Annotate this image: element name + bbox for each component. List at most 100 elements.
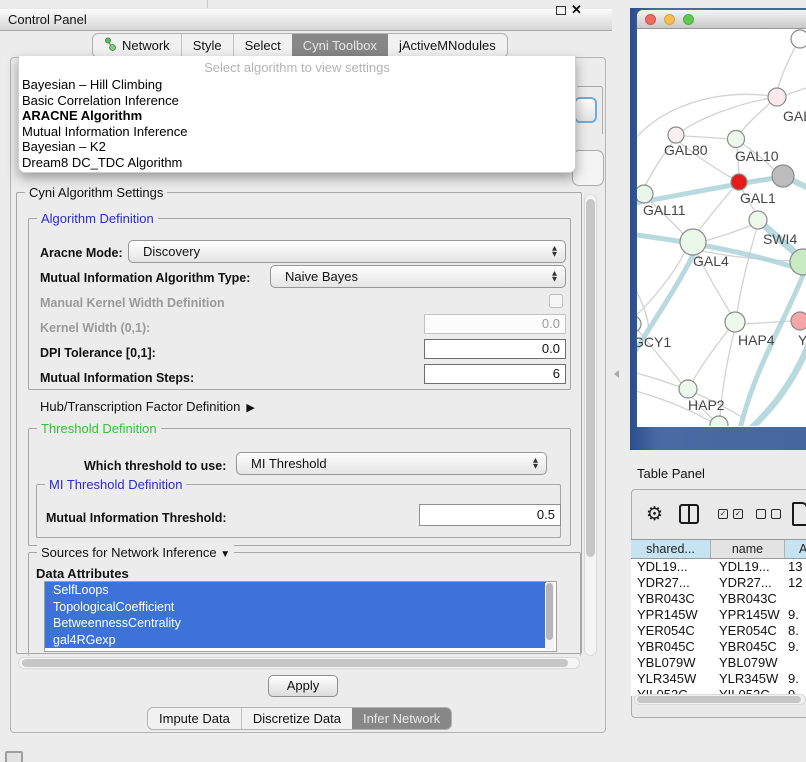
attribute-item[interactable]: TopologicalCoefficient xyxy=(45,599,546,616)
expanded-arrow-icon: ▼ xyxy=(220,549,230,560)
node-gal-partial[interactable] xyxy=(768,88,786,106)
label-gal11: GAL11 xyxy=(643,202,686,218)
column-header-shared[interactable]: shared... xyxy=(631,540,711,558)
dpi-tolerance-field[interactable]: 0.0 xyxy=(424,339,566,359)
node-gal4[interactable] xyxy=(680,229,706,255)
table-header: shared... name A xyxy=(631,539,806,559)
node-hap2[interactable] xyxy=(679,380,697,398)
list-scrollbar[interactable] xyxy=(545,583,554,650)
split-columns-icon[interactable] xyxy=(679,504,699,524)
which-threshold-select[interactable]: MI Threshold ▲▼ xyxy=(236,452,547,475)
window-minimize-button[interactable] xyxy=(664,14,675,25)
node-gal1-red[interactable] xyxy=(731,174,747,190)
tab-impute-data[interactable]: Impute Data xyxy=(148,708,241,729)
table-hscroll-thumb[interactable] xyxy=(637,696,801,703)
node-gal11[interactable] xyxy=(637,185,653,203)
settings-vscroll-thumb[interactable] xyxy=(586,199,595,557)
tab-cyni-toolbox[interactable]: Cyni Toolbox xyxy=(292,34,388,57)
document-icon[interactable] xyxy=(792,502,806,526)
tab-network-label: Network xyxy=(122,38,170,53)
network-canvas[interactable]: GAL GAL80 GAL10 GAL1 GAL11 SWI4 GAL4 GCY… xyxy=(637,29,806,426)
dropdown-item[interactable]: Dream8 DC_TDC Algorithm xyxy=(19,155,575,171)
mi-threshold-field[interactable]: 0.5 xyxy=(419,504,561,526)
label-gal-partial: GAL xyxy=(783,108,806,124)
attribute-item[interactable]: gal4RGexp xyxy=(45,632,546,649)
network-nodes xyxy=(637,30,806,426)
mi-steps-field[interactable]: 6 xyxy=(424,364,566,384)
table-row[interactable]: YER054CYER054C8. xyxy=(631,623,806,639)
algorithm-dropdown-popup: Select algorithm to view settings Bayesi… xyxy=(18,56,576,173)
node-table: shared... name A YDL19...YDL19...13 YDR2… xyxy=(631,539,806,696)
data-attributes-label: Data Attributes xyxy=(36,566,129,581)
data-attributes-list: SelfLoops TopologicalCoefficient Between… xyxy=(44,581,557,652)
dropdown-item[interactable]: Bayesian – K2 xyxy=(19,139,575,155)
control-panel-title: Control Panel xyxy=(8,12,87,27)
float-panel-icon[interactable] xyxy=(556,6,566,15)
settings-horizontal-scrollbar[interactable] xyxy=(18,657,580,669)
settings-vertical-scrollbar[interactable] xyxy=(584,194,597,656)
network-window-titlebar[interactable] xyxy=(637,10,806,29)
node-gcy1[interactable] xyxy=(637,316,641,332)
list-scrollbar-thumb[interactable] xyxy=(546,583,553,640)
table-row[interactable]: YDL19...YDL19...13 xyxy=(631,559,806,575)
close-panel-icon[interactable]: ✕ xyxy=(571,2,582,18)
checked-boxes-icon[interactable]: ✓✓ xyxy=(718,509,743,519)
apply-button[interactable]: Apply xyxy=(268,675,338,697)
tab-discretize-data[interactable]: Discretize Data xyxy=(241,708,352,729)
table-horizontal-scrollbar[interactable] xyxy=(634,694,806,705)
node-gal80[interactable] xyxy=(668,127,684,143)
tab-network[interactable]: Network xyxy=(93,34,181,57)
which-threshold-label: Which threshold to use: xyxy=(84,459,226,473)
attribute-item[interactable]: SelfLoops xyxy=(45,582,546,599)
control-panel-titlebar: Control Panel xyxy=(0,8,612,31)
table-row[interactable]: YBL079WYBL079W xyxy=(631,655,806,671)
table-row[interactable]: YBR043CYBR043C xyxy=(631,591,806,607)
table-row[interactable]: YPR145WYPR145W9. xyxy=(631,607,806,623)
dropdown-item[interactable]: Bayesian – Hill Climbing xyxy=(19,77,575,93)
manual-kernel-checkbox[interactable] xyxy=(549,294,563,308)
column-header-partial[interactable]: A xyxy=(785,540,806,558)
node-unlabeled[interactable] xyxy=(791,30,806,48)
node-y-partial[interactable] xyxy=(791,312,806,330)
table-row[interactable]: YBR045CYBR045C9. xyxy=(631,639,806,655)
node-green-bottom[interactable] xyxy=(710,416,728,426)
network-icon xyxy=(104,37,117,54)
window-zoom-button[interactable] xyxy=(683,14,694,25)
node-green[interactable] xyxy=(749,211,767,229)
label-gal80: GAL80 xyxy=(664,142,708,158)
table-row[interactable]: YDR27...YDR27...12 xyxy=(631,575,806,591)
node-gray[interactable] xyxy=(772,165,794,187)
dpi-tolerance-label: DPI Tolerance [0,1]: xyxy=(40,346,156,360)
minimized-panel-icon[interactable] xyxy=(5,751,23,762)
dropdown-item-selected[interactable]: ARACNE Algorithm xyxy=(19,108,575,124)
node-hap4[interactable] xyxy=(725,312,745,332)
aracne-mode-select[interactable]: Discovery ▲▼ xyxy=(128,240,566,263)
dropdown-item[interactable]: Basic Correlation Inference xyxy=(19,93,575,109)
node-gal10[interactable] xyxy=(728,131,745,148)
table-panel: ⚙ ✓✓ shared... name A YDL19...YDL19...13 xyxy=(631,489,806,718)
unchecked-boxes-icon[interactable] xyxy=(756,509,781,519)
window-close-button[interactable] xyxy=(645,14,656,25)
attribute-item[interactable]: BetweennessCentrality xyxy=(45,615,546,632)
settings-hscroll-thumb[interactable] xyxy=(22,659,568,667)
table-body: YDL19...YDL19...13 YDR27...YDR27...12 YB… xyxy=(631,559,806,696)
algorithm-combo-fragment[interactable] xyxy=(574,97,597,123)
settings-group-title: Cyni Algorithm Settings xyxy=(25,185,167,200)
tab-select[interactable]: Select xyxy=(233,34,292,57)
tab-style[interactable]: Style xyxy=(181,34,233,57)
sources-group-title: Sources for Network Inference ▼ xyxy=(37,545,234,560)
hub-definition-toggle[interactable]: Hub/Transcription Factor Definition▶ xyxy=(40,399,255,414)
column-header-name[interactable]: name xyxy=(711,540,785,558)
mi-type-select[interactable]: Naive Bayes ▲▼ xyxy=(270,265,566,288)
label-gal4: GAL4 xyxy=(693,253,729,269)
dropdown-item[interactable]: Mutual Information Inference xyxy=(19,124,575,140)
split-pane-grabber[interactable] xyxy=(614,370,619,378)
algorithm-definition-title: Algorithm Definition xyxy=(37,211,158,226)
gear-icon[interactable]: ⚙ xyxy=(646,504,663,524)
app-strip-divider xyxy=(207,0,208,8)
kernel-width-field[interactable]: 0.0 xyxy=(424,314,566,334)
tab-jactivemnodules[interactable]: jActiveMNodules xyxy=(388,34,507,57)
table-row[interactable]: YLR345WYLR345W9. xyxy=(631,671,806,687)
stepper-icon: ▲▼ xyxy=(533,458,538,469)
tab-infer-network[interactable]: Infer Network xyxy=(352,708,451,729)
